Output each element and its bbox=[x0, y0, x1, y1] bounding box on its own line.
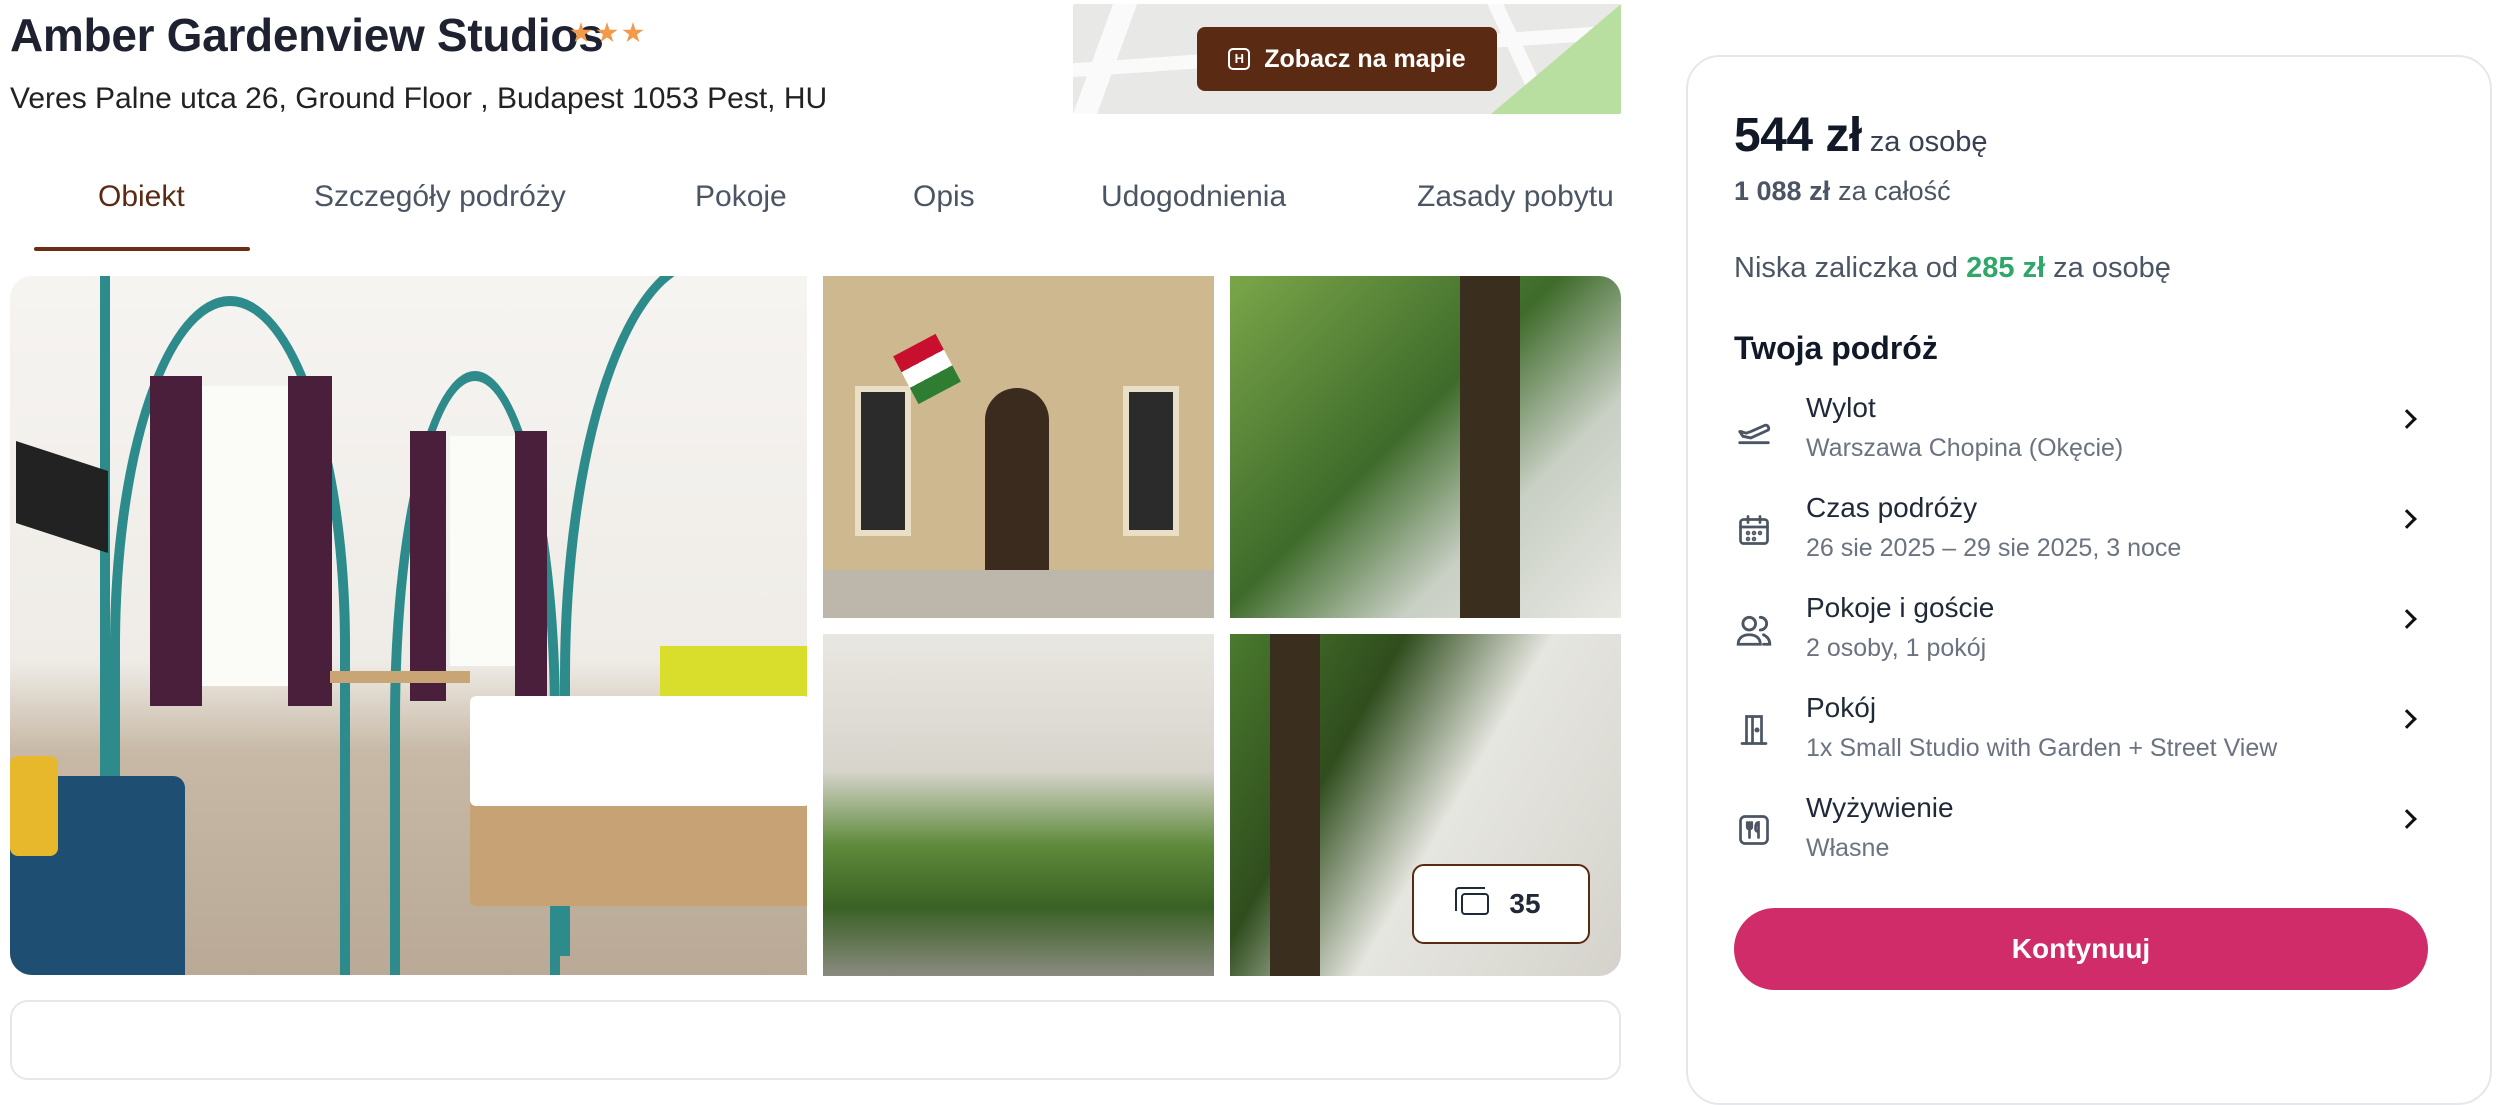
trip-row-label: Pokoje i goście bbox=[1806, 592, 1995, 623]
calendar-icon bbox=[1734, 510, 1774, 550]
photo-count: 35 bbox=[1509, 888, 1541, 919]
star-icon bbox=[570, 22, 592, 43]
tab-pokoje[interactable]: Pokoje bbox=[695, 180, 787, 214]
tab-szczegoly-podrozy[interactable]: Szczegóły podróży bbox=[314, 180, 566, 214]
trip-row-room[interactable]: Pokój 1x Small Studio with Garden + Stre… bbox=[1734, 692, 2424, 784]
trip-row-value: 26 sie 2025 – 29 sie 2025, 3 noce bbox=[1806, 534, 2182, 562]
deposit-amount: 285 zł bbox=[1966, 252, 2046, 284]
star-rating bbox=[570, 22, 644, 44]
show-on-map-button[interactable]: H Zobacz na mapie bbox=[1197, 27, 1497, 91]
trip-row-label: Wyżywienie bbox=[1806, 792, 1954, 823]
all-photos-button[interactable]: 35 bbox=[1412, 864, 1590, 944]
chevron-right-icon bbox=[2397, 709, 2417, 729]
chevron-right-icon bbox=[2397, 509, 2417, 529]
hotel-icon: H bbox=[1228, 48, 1251, 70]
trip-row-value: 2 osoby, 1 pokój bbox=[1806, 634, 1987, 662]
tab-udogodnienia[interactable]: Udogodnienia bbox=[1101, 180, 1286, 214]
trip-row-value: 1x Small Studio with Garden + Street Vie… bbox=[1806, 734, 2278, 762]
deposit-prefix: Niska zaliczka od bbox=[1734, 252, 1959, 284]
price-total: 1 088 zł za całość bbox=[1734, 176, 1951, 207]
star-icon bbox=[622, 22, 644, 43]
price-per-person-amount: 544 zł bbox=[1734, 109, 1862, 162]
section-tabs: Obiekt Szczegóły podróży Pokoje Opis Udo… bbox=[34, 170, 1624, 252]
trip-row-rooms-guests[interactable]: Pokoje i goście 2 osoby, 1 pokój bbox=[1734, 592, 2424, 684]
chevron-right-icon bbox=[2397, 609, 2417, 629]
gallery-photo-courtyard[interactable] bbox=[823, 634, 1214, 976]
content-card bbox=[10, 1000, 1621, 1080]
deposit-info: Niska zaliczka od 285 zł za osobę bbox=[1734, 252, 2171, 285]
gallery-photo-entrance[interactable] bbox=[823, 276, 1214, 618]
trip-row-meals[interactable]: Wyżywienie Własne bbox=[1734, 792, 2424, 884]
deposit-suffix: za osobę bbox=[2053, 252, 2171, 284]
price-per-person: 544 zł za osobę bbox=[1734, 108, 1987, 163]
trip-section-title: Twoja podróż bbox=[1734, 330, 1938, 366]
gallery-photo-room[interactable] bbox=[10, 276, 807, 975]
price-total-amount: 1 088 zł bbox=[1734, 176, 1831, 206]
tab-zasady-pobytu[interactable]: Zasady pobytu bbox=[1417, 180, 1614, 214]
trip-row-label: Pokój bbox=[1806, 692, 1877, 723]
hotel-name: Amber Gardenview Studios bbox=[10, 9, 604, 61]
gallery-icon bbox=[1455, 887, 1490, 915]
door-icon bbox=[1734, 710, 1774, 750]
active-tab-indicator bbox=[34, 247, 250, 251]
users-icon bbox=[1734, 610, 1774, 650]
price-per-person-suffix: za osobę bbox=[1869, 126, 1988, 158]
price-total-suffix: za całość bbox=[1838, 176, 1951, 206]
tab-obiekt[interactable]: Obiekt bbox=[98, 180, 185, 214]
plane-departure-icon bbox=[1734, 410, 1774, 450]
cutlery-icon bbox=[1734, 810, 1774, 850]
tab-opis[interactable]: Opis bbox=[913, 180, 975, 214]
show-on-map-label: Zobacz na mapie bbox=[1264, 44, 1466, 73]
trip-row-departure[interactable]: Wylot Warszawa Chopina (Okęcie) bbox=[1734, 392, 2424, 484]
hotel-address: Veres Palne utca 26, Ground Floor , Buda… bbox=[10, 82, 828, 115]
trip-row-value: Własne bbox=[1806, 834, 1890, 862]
chevron-right-icon bbox=[2397, 809, 2417, 829]
trip-row-dates[interactable]: Czas podróży 26 sie 2025 – 29 sie 2025, … bbox=[1734, 492, 2424, 584]
star-icon bbox=[596, 22, 618, 43]
trip-row-value: Warszawa Chopina (Okęcie) bbox=[1806, 434, 2124, 462]
continue-button[interactable]: Kontynuuj bbox=[1734, 908, 2428, 990]
chevron-right-icon bbox=[2397, 409, 2417, 429]
gallery-photo-courtyard-tree[interactable] bbox=[1230, 276, 1621, 618]
trip-row-label: Czas podróży bbox=[1806, 492, 1978, 523]
trip-row-label: Wylot bbox=[1806, 392, 1876, 423]
